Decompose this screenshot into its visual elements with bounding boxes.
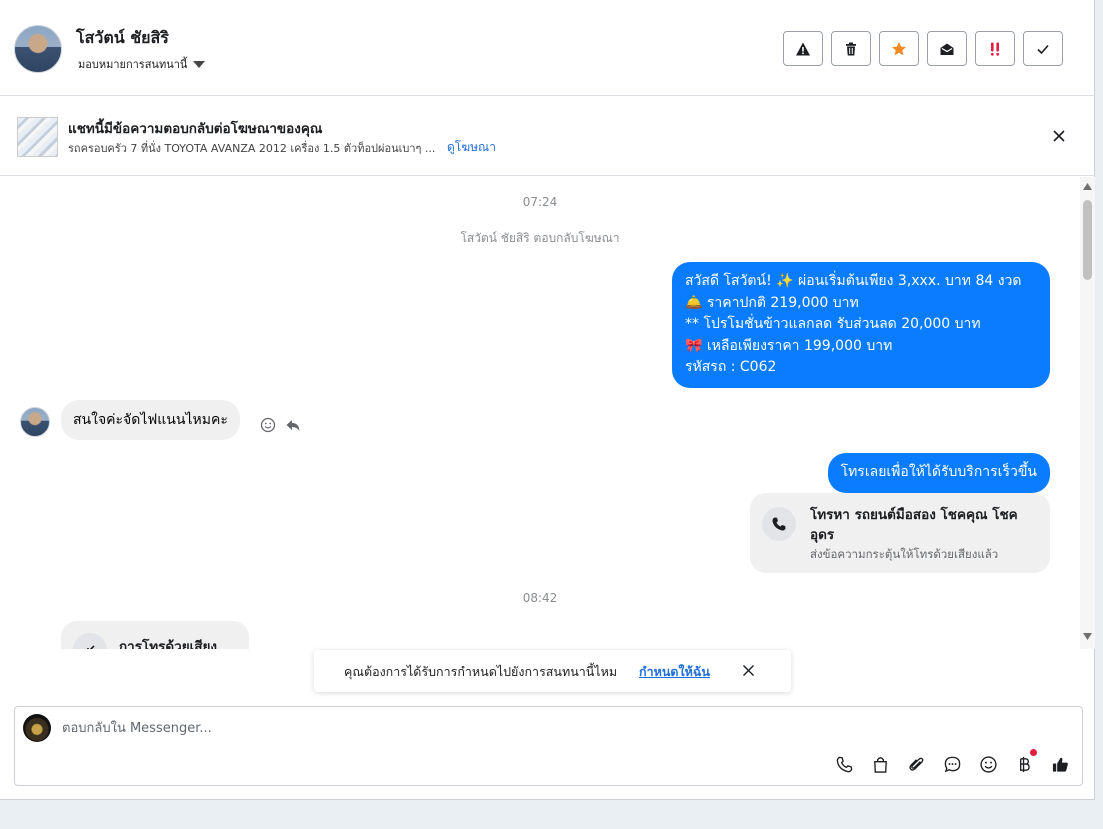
close-icon [1053,130,1065,142]
banner-title: แชทนี้มีข้อความตอบกลับต่อโฆษณาของคุณ [68,121,323,137]
paperclip-icon [908,757,923,771]
trash-icon [846,42,856,55]
baht-icon [1019,756,1030,772]
message-line: รหัสรถ : C062 [685,359,777,375]
message-line: สวัสดี โสวัตน์! ✨ ผ่อนเริ่มต้นเพียง 3,xx… [685,273,1022,289]
caret-down-icon [193,60,206,68]
message-line: 🛎️ ราคาปกติ 219,000 บาท [685,294,859,311]
message-line: 🎀 เหลือเพียงราคา 199,000 บาท [685,337,893,354]
envelope-open-icon [940,43,954,55]
phone-icon [836,756,852,772]
reply-arrow-icon [286,420,300,431]
timestamp: 08:42 [522,591,558,605]
contact-avatar-small[interactable] [20,407,50,437]
voice-call-title: การโทรด้วยเสียง [119,639,218,649]
notification-dot [1030,749,1037,756]
call-request-card[interactable]: โทรหา รถยนต์มือสอง โชคคุณ โชค อุดร ส่งข้… [750,493,1050,573]
react-button[interactable] [260,417,276,437]
mark-spam-button[interactable] [783,31,823,66]
close-banner-button[interactable] [1049,126,1069,146]
message-thread: 07:24 โสวัตน์ ชัยสิริ ตอบกลับโฆษณา สวัสด… [0,177,1080,649]
outgoing-message[interactable]: โทรเลยเพื่อให้ได้รับบริการเร็วขึ้น [827,453,1050,493]
outgoing-message[interactable]: สวัสดี โสวัตน์! ✨ ผ่อนเริ่มต้นเพียง 3,xx… [672,262,1050,388]
toast-close-button[interactable] [742,664,755,680]
star-button[interactable] [879,31,919,66]
shopping-bag-icon [873,756,887,773]
conversation-panel: โสวัตน์ ชัยสิริ มอบหมายการสนทนานี้ แชทนี… [0,0,1095,800]
like-button[interactable] [1048,752,1072,776]
saved-replies-button[interactable] [940,752,964,776]
view-ad-link[interactable]: ดูโฆษณา [447,138,496,157]
scroll-up-icon [1083,183,1092,190]
call-card-title: โทรหา รถยนต์มือสอง โชคคุณ โชค อุดร [810,507,1018,543]
mark-unread-button[interactable] [927,31,967,66]
call-button[interactable] [832,752,856,776]
ad-thumbnail [17,117,58,157]
attach-button[interactable] [904,752,928,776]
phone-icon [772,517,786,531]
assign-to-me-link[interactable]: กำหนดให้ฉัน [639,662,710,682]
assign-prompt-toast: คุณต้องการได้รับการกำหนดไปยังการสนทนานี้… [314,650,791,692]
reply-input[interactable] [62,716,662,740]
delete-button[interactable] [831,31,871,66]
warning-icon [796,42,810,55]
scroll-down-icon [1083,633,1092,640]
thumbs-up-icon [1052,757,1068,772]
assign-dropdown[interactable]: มอบหมายการสนทนานี้ [78,55,206,73]
contact-avatar[interactable] [14,25,62,73]
smiley-icon [260,417,276,433]
voice-call-card[interactable]: การโทรด้วยเสียง [61,621,249,649]
timestamp: 07:24 [522,195,558,209]
contact-name[interactable]: โสวัตน์ ชัยสิริ [76,26,169,51]
system-message: โสวัตน์ ชัยสิริ ตอบกลับโฆษณา [460,231,620,245]
assign-label: มอบหมายการสนทนานี้ [78,58,188,71]
close-icon [743,665,754,676]
incoming-message[interactable]: สนใจค่ะจัดไฟแนนไหมคะ [61,400,240,440]
call-icon-circle [762,507,796,541]
call-card-subtitle: ส่งข้อความกระตุ้นให้โทรด้วยเสียงแล้ว [810,547,999,561]
smiley-icon [979,755,997,773]
star-icon [892,41,906,55]
reply-button[interactable] [285,417,301,437]
header-actions [783,31,1063,66]
emoji-button[interactable] [976,752,1000,776]
page-avatar [23,714,51,742]
scrollbar-thumb[interactable] [1083,200,1092,280]
chat-bubble-icon [944,756,960,772]
shop-button[interactable] [868,752,892,776]
payment-button[interactable] [1012,749,1037,776]
banner-subtitle: รถครอบครัว 7 ที่นั่ง TOYOTA AVANZA 2012 … [68,142,436,155]
toast-text: คุณต้องการได้รับการกำหนดไปยังการสนทนานี้… [344,664,618,679]
missed-call-icon-circle [73,633,107,649]
double-exclamation-icon [990,42,1000,56]
missed-call-icon [87,645,95,649]
mark-done-button[interactable] [1023,31,1063,66]
mark-important-button[interactable] [975,31,1015,66]
check-icon [1037,44,1049,54]
message-line: ** โปรโมชั่นข้าวแลกลด รับส่วนลด 20,000 บ… [685,316,981,332]
